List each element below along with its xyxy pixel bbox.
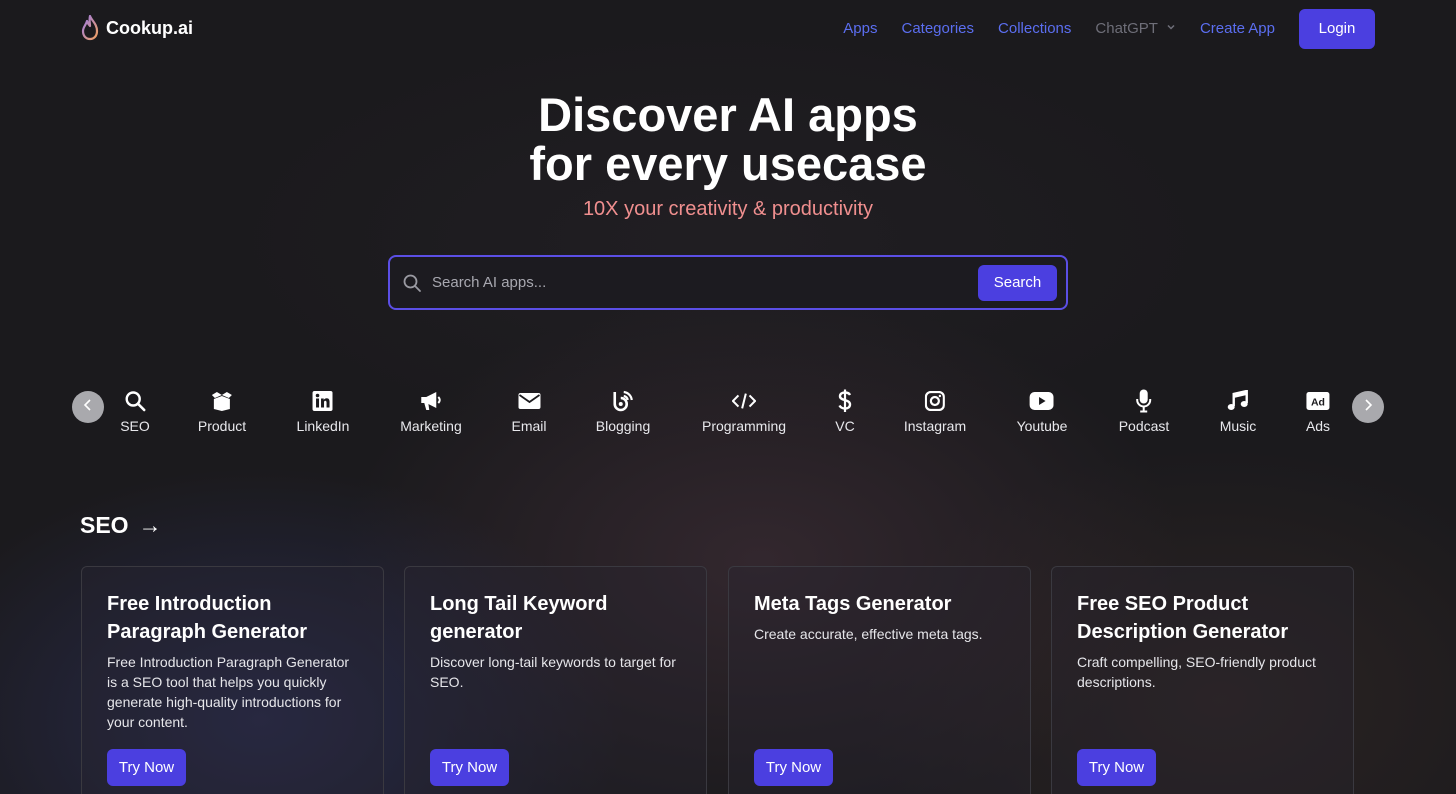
category-marketing[interactable]: Marketing	[400, 389, 462, 434]
category-label: Podcast	[1118, 418, 1170, 434]
search-input[interactable]	[432, 274, 978, 291]
chevron-down-icon	[1166, 22, 1176, 35]
app-card[interactable]: Free SEO Product Description Generator C…	[1051, 566, 1354, 794]
hero-title: Discover AI apps for every usecase	[0, 90, 1456, 188]
category-programming[interactable]: Programming	[702, 389, 786, 434]
category-label: Music	[1219, 418, 1257, 434]
category-carousel: SEO Product LinkedIn Marketing Email Blo…	[0, 385, 1456, 445]
dollar-icon	[833, 389, 857, 413]
music-note-icon	[1226, 389, 1250, 413]
ad-icon-text: Ad	[1311, 397, 1325, 409]
nav-link-collections[interactable]: Collections	[998, 20, 1071, 37]
category-vc[interactable]: VC	[833, 389, 857, 434]
category-label: Programming	[701, 418, 787, 434]
card-description: Discover long-tail keywords to target fo…	[430, 654, 676, 690]
login-button[interactable]: Login	[1299, 8, 1375, 49]
chevron-left-icon	[83, 398, 93, 416]
category-ads[interactable]: Ad Ads	[1306, 389, 1330, 434]
box-icon	[210, 389, 234, 413]
search-bar: Search	[388, 255, 1068, 310]
section-title-text: SEO	[80, 512, 129, 538]
category-seo[interactable]: SEO	[120, 389, 150, 434]
search-icon	[402, 273, 422, 293]
category-label: Email	[511, 418, 547, 434]
category-label: Marketing	[400, 418, 462, 434]
instagram-icon	[923, 389, 947, 413]
try-now-button[interactable]: Try Now	[754, 749, 833, 786]
category-music[interactable]: Music	[1219, 389, 1257, 434]
category-label: Blogging	[595, 418, 651, 434]
search-icon	[123, 389, 147, 413]
category-podcast[interactable]: Podcast	[1118, 389, 1170, 434]
card-description: Create accurate, effective meta tags.	[754, 626, 983, 642]
logo[interactable]: Cookup.ai	[80, 13, 193, 43]
category-youtube[interactable]: Youtube	[1016, 389, 1068, 434]
card-title: Meta Tags Generator	[754, 593, 952, 615]
app-card[interactable]: Long Tail Keyword generator Discover lon…	[404, 566, 707, 794]
section-title-seo[interactable]: SEO →	[80, 512, 162, 539]
top-navbar: Cookup.ai Apps Categories Collections Ch…	[0, 0, 1456, 58]
category-label: Instagram	[903, 418, 967, 434]
category-product[interactable]: Product	[198, 389, 246, 434]
nav-dropdown-chatgpt[interactable]: ChatGPT	[1095, 20, 1176, 37]
category-label: LinkedIn	[296, 418, 350, 434]
app-card[interactable]: Free Introduction Paragraph Generator Fr…	[81, 566, 384, 794]
category-label: VC	[835, 418, 855, 434]
nav-link-create-app[interactable]: Create App	[1200, 20, 1275, 37]
search-button[interactable]: Search	[978, 264, 1057, 301]
linkedin-icon	[311, 389, 335, 413]
try-now-button[interactable]: Try Now	[1077, 749, 1156, 786]
category-label: Youtube	[1016, 418, 1068, 434]
card-description: Craft compelling, SEO-friendly product d…	[1077, 654, 1316, 690]
category-label: Product	[197, 418, 247, 434]
hero-title-line-2: for every usecase	[529, 137, 927, 190]
nav-link-categories[interactable]: Categories	[901, 20, 974, 37]
category-label: SEO	[120, 418, 150, 434]
carousel-prev-button[interactable]	[72, 391, 104, 423]
nav-menu: Apps Categories Collections ChatGPT Crea…	[843, 8, 1375, 49]
hero-subtitle: 10X your creativity & productivity	[582, 198, 874, 220]
try-now-button[interactable]: Try Now	[107, 749, 186, 786]
card-title: Free Introduction Paragraph Generator	[107, 593, 308, 643]
megaphone-icon	[419, 389, 443, 413]
logo-text: Cookup.ai	[106, 17, 194, 38]
envelope-icon	[517, 389, 541, 413]
arrow-right-icon: →	[138, 512, 162, 538]
category-email[interactable]: Email	[511, 389, 547, 434]
youtube-icon	[1030, 389, 1054, 413]
blog-icon	[611, 389, 635, 413]
card-title: Long Tail Keyword generator	[430, 593, 608, 643]
carousel-next-button[interactable]	[1352, 391, 1384, 423]
card-title: Free SEO Product Description Generator	[1077, 593, 1289, 643]
code-icon	[732, 389, 756, 413]
chevron-right-icon	[1363, 398, 1373, 416]
try-now-button[interactable]: Try Now	[430, 749, 509, 786]
app-card[interactable]: Meta Tags Generator Create accurate, eff…	[728, 566, 1031, 794]
hero-title-line-1: Discover AI apps	[538, 88, 918, 141]
flame-logo-icon	[80, 15, 100, 41]
category-blogging[interactable]: Blogging	[595, 389, 651, 434]
nav-dropdown-label: ChatGPT	[1095, 20, 1158, 37]
ad-icon: Ad	[1306, 389, 1330, 413]
category-linkedin[interactable]: LinkedIn	[296, 389, 350, 434]
microphone-icon	[1132, 389, 1156, 413]
nav-link-apps[interactable]: Apps	[843, 20, 877, 37]
category-instagram[interactable]: Instagram	[904, 389, 966, 434]
category-label: Ads	[1305, 418, 1331, 434]
card-description: Free Introduction Paragraph Generator is…	[107, 654, 350, 730]
